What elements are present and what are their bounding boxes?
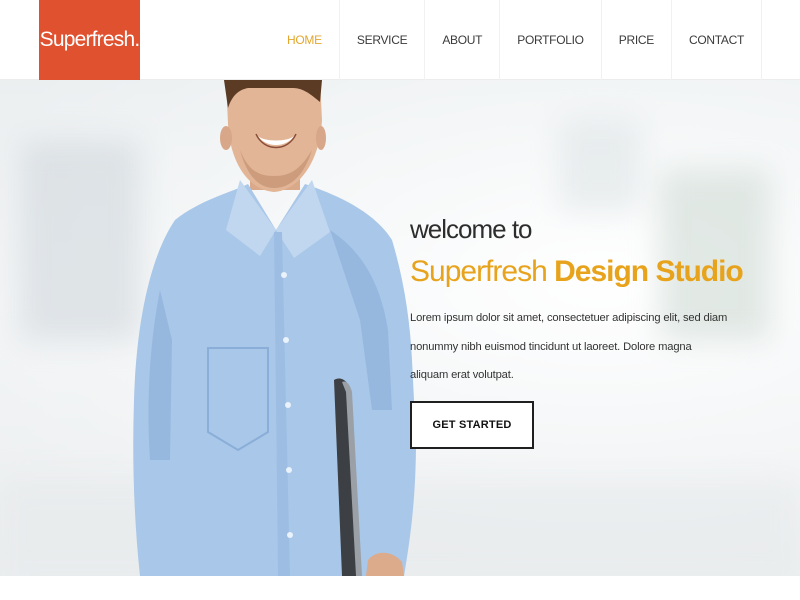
headline-emphasis: Design Studio bbox=[554, 255, 744, 288]
site-logo[interactable]: Superfresh. bbox=[39, 0, 140, 80]
hero-text-block: welcome to Superfresh Design Studio Lore… bbox=[410, 214, 790, 449]
hero-headline: Superfresh Design Studio bbox=[410, 254, 790, 290]
headline-studio-name: Superfresh bbox=[410, 255, 548, 288]
welcome-heading: welcome to bbox=[410, 214, 533, 244]
site-header: Superfresh. HOME SERVICE ABOUT PORTFOLIO… bbox=[0, 0, 800, 80]
nav-item-price[interactable]: PRICE bbox=[600, 0, 671, 80]
nav-item-contact[interactable]: CONTACT bbox=[670, 0, 761, 80]
nav-item-home[interactable]: HOME bbox=[270, 0, 339, 80]
nav-item-about[interactable]: ABOUT bbox=[424, 0, 499, 80]
nav-item-portfolio[interactable]: PORTFOLIO bbox=[499, 0, 601, 80]
hero-banner: welcome to Superfresh Design Studio Lore… bbox=[0, 80, 800, 576]
get-started-button[interactable]: GET STARTED bbox=[410, 401, 534, 449]
hero-description: Lorem ipsum dolor sit amet, consectetuer… bbox=[410, 312, 728, 381]
nav-item-service[interactable]: SERVICE bbox=[338, 0, 424, 80]
main-nav: HOME SERVICE ABOUT PORTFOLIO PRICE CONTA… bbox=[270, 0, 762, 80]
